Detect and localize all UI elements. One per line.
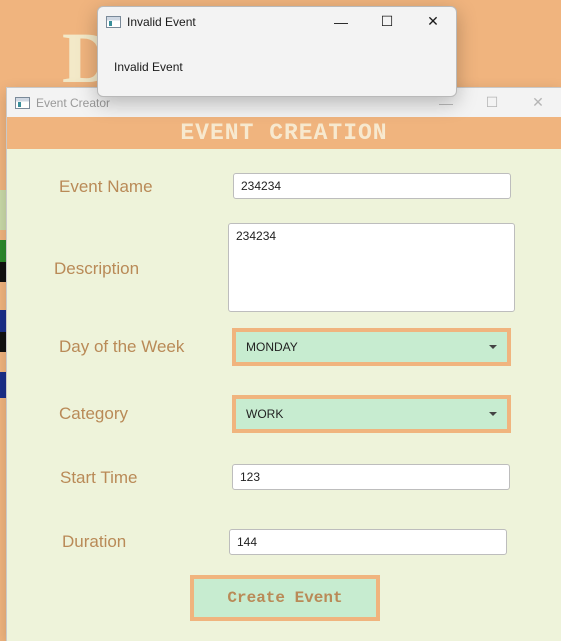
close-icon[interactable]: ✕ [410,7,456,36]
background-sidebar-strip [0,262,7,282]
day-of-week-select[interactable]: MONDAY [232,328,511,366]
category-select[interactable]: WORK [232,395,511,433]
background-sidebar-strip [0,372,7,398]
event-name-input[interactable] [233,173,511,199]
duration-input[interactable] [229,529,507,555]
background-sidebar-strip [0,332,7,352]
close-icon[interactable]: ✕ [515,88,561,117]
background-sidebar-strip [0,240,7,262]
chevron-down-icon [489,412,497,416]
day-of-week-value: MONDAY [246,340,298,354]
chevron-down-icon [489,345,497,349]
description-textarea[interactable]: 234234 [228,223,515,312]
dialog-title: Invalid Event [127,14,196,29]
dialog-titlebar[interactable]: Invalid Event — ☐ ✕ [98,7,456,36]
category-value: WORK [246,407,284,421]
maximize-icon[interactable]: ☐ [469,88,515,117]
category-label: Category [59,404,128,423]
app-window-icon [15,96,30,109]
app-window-icon [106,15,121,28]
start-time-label: Start Time [60,468,138,487]
banner-title: EVENT CREATION [180,120,388,146]
start-time-input[interactable] [232,464,510,490]
dialog-message: Invalid Event [114,60,183,74]
event-creation-banner: EVENT CREATION [7,117,561,149]
background-sidebar-strip [0,310,7,332]
maximize-icon[interactable]: ☐ [364,7,410,36]
description-label: Description [54,259,140,278]
invalid-event-dialog: Invalid Event — ☐ ✕ Invalid Event [97,6,457,97]
minimize-icon[interactable]: — [318,7,364,36]
event-name-label: Event Name [59,177,153,196]
background-sidebar-strip [0,190,7,230]
duration-label: Duration [62,532,127,551]
create-event-button-label: Create Event [227,589,343,607]
day-of-week-label: Day of the Week [59,337,185,356]
event-creator-title: Event Creator [36,95,111,110]
event-creator-window: Event Creator — ☐ ✕ EVENT CREATION Event… [7,88,561,641]
create-event-button[interactable]: Create Event [190,575,380,621]
